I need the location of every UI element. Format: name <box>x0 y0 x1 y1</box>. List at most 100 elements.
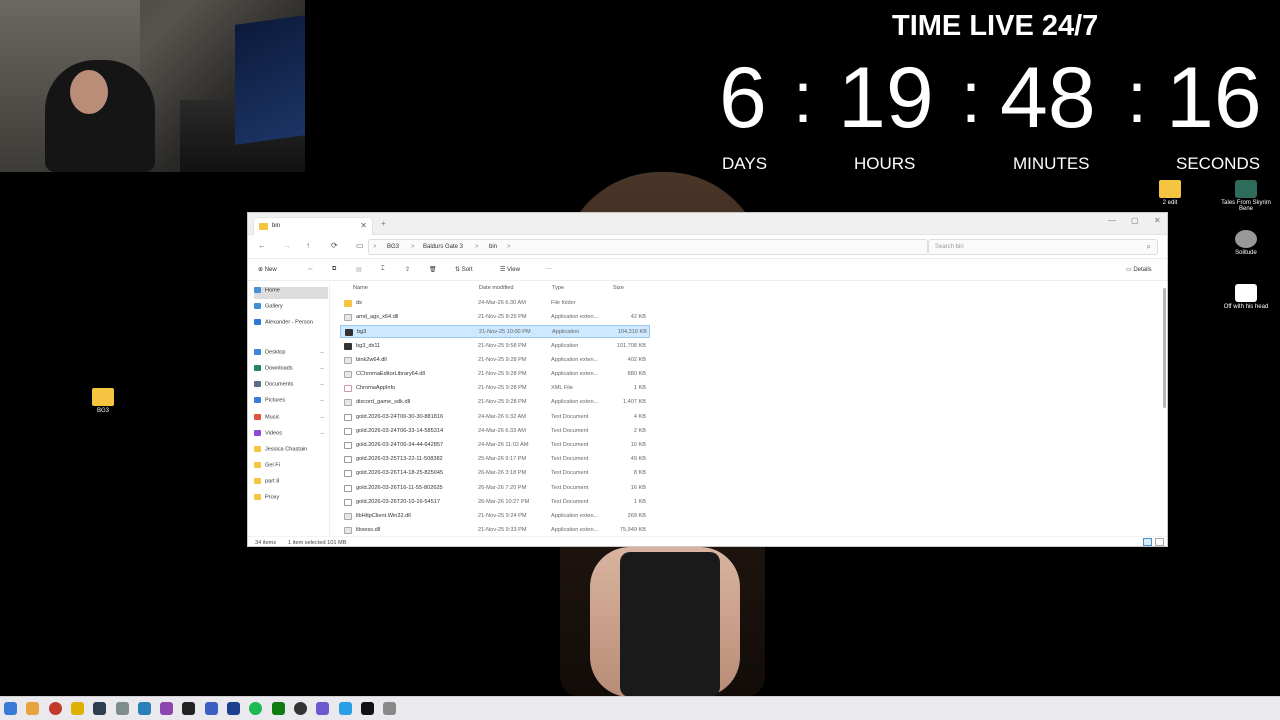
tab-bin[interactable]: bin ✕ <box>253 217 373 235</box>
sidebar-item[interactable]: Home <box>254 287 328 299</box>
sidebar-item[interactable]: Documents ⊸ <box>254 381 328 393</box>
file-type: Text Document <box>551 498 589 505</box>
file-explorer-window[interactable]: bin ✕ + — ▢ ✕ ← → ↑ ⟳ ▭ > BG3 > Baldurs … <box>247 212 1168 547</box>
sort-button[interactable]: ⇅ Sort <box>455 266 473 273</box>
copy-icon[interactable]: ⧉ <box>332 266 336 273</box>
photoshop-icon[interactable] <box>227 702 240 715</box>
desktop-icon-2-edit[interactable]: 2 edit <box>1140 180 1200 206</box>
files-icon[interactable] <box>338 702 352 715</box>
browser-icon[interactable] <box>316 702 330 715</box>
sidebar-item[interactable]: part 8 <box>254 478 328 490</box>
more-button[interactable]: ··· <box>546 266 552 272</box>
sidebar-item[interactable]: Music ⊸ <box>254 414 328 426</box>
file-size: 42 KB <box>630 314 646 321</box>
chrome-icon[interactable] <box>293 702 307 715</box>
scrollbar[interactable] <box>1163 288 1166 408</box>
terminal-icon[interactable] <box>93 702 107 715</box>
column-header-date[interactable]: Date modified <box>479 285 514 291</box>
file-row[interactable]: bg3 21-Nov-25 10:00 PM Application 104,310 … <box>340 325 650 339</box>
share-icon[interactable]: ⇪ <box>405 266 410 273</box>
pc-icon[interactable]: ▭ <box>356 241 364 250</box>
close-button[interactable]: ✕ <box>1154 216 1161 225</box>
details-view-icon[interactable] <box>1143 538 1152 546</box>
delete-icon[interactable]: 🗑 <box>429 266 437 273</box>
file-row[interactable]: gold.2026-03-26T20-10-16-54517 26-Mar-26 … <box>340 496 650 509</box>
dll-file-icon <box>344 371 352 378</box>
sidebar-item[interactable]: Alexander - Person <box>254 319 328 331</box>
file-row[interactable]: bink2w64.dll 21-Nov-25 9:28 PM Application… <box>340 354 650 367</box>
file-row[interactable]: gold.2026-03-25T13-22-11-508382 25-Mar-26… <box>340 453 650 466</box>
headset-icon[interactable] <box>204 702 218 715</box>
desktop-icon-solitude[interactable]: Solitude <box>1216 230 1276 256</box>
obs-icon[interactable] <box>182 702 196 715</box>
desktop-icon-tales[interactable]: Tales From Skyrim Bene <box>1216 180 1276 212</box>
file-date: 26-Mar-26 3:18 PM <box>478 470 527 477</box>
rename-icon[interactable]: ⌶ <box>381 266 385 273</box>
epic-icon[interactable] <box>360 702 374 715</box>
app-icon[interactable] <box>137 702 151 715</box>
file-row[interactable]: amd_ags_x64.dll 21-Nov-25 8:25 PM Applicat… <box>340 311 650 324</box>
tab-label: bin <box>272 223 281 229</box>
search-input[interactable]: Search bin ⌕ <box>928 239 1158 255</box>
up-button[interactable]: ↑ <box>306 241 310 250</box>
breadcrumb-item[interactable]: Baldurs Gate 3 <box>423 244 463 250</box>
file-row[interactable]: gold.2026-03-26T16-11-55-802625 26-Mar-26… <box>340 482 650 495</box>
tab-close-icon[interactable]: ✕ <box>360 221 367 230</box>
file-row[interactable]: discord_game_sdk.dll 21-Nov-25 9:28 PM App… <box>340 396 650 409</box>
breadcrumb-item[interactable]: BG3 <box>387 244 399 250</box>
breadcrumb-item[interactable]: bin <box>489 244 497 250</box>
view-button[interactable]: ☰ View <box>500 266 520 273</box>
edit-icon[interactable] <box>26 702 40 715</box>
music-icon[interactable] <box>249 702 263 715</box>
sidebar-item[interactable]: Videos ⊸ <box>254 430 328 442</box>
settings-icon[interactable] <box>383 702 397 715</box>
start-icon[interactable] <box>4 702 17 715</box>
breadcrumb-separator: > <box>475 244 479 250</box>
cut-icon[interactable]: ✂ <box>308 266 313 273</box>
new-button[interactable]: ⊕ New <box>258 266 277 273</box>
camera-icon[interactable] <box>115 702 129 715</box>
maximize-button[interactable]: ▢ <box>1131 216 1139 225</box>
details-button[interactable]: ▭ Details <box>1126 266 1152 273</box>
sidebar-item[interactable]: Gel Fi <box>254 462 328 474</box>
file-row[interactable]: CChromaEditorLibrary64.dll 21-Nov-25 9:28… <box>340 368 650 381</box>
forward-button[interactable]: → <box>283 241 291 250</box>
file-row[interactable]: gold.2026-03-24T06-34-44-642857 24-Mar-26… <box>340 439 650 452</box>
column-header-size[interactable]: Size <box>613 285 624 291</box>
file-row[interactable]: ds 24-Mar-26 6:30 AM File folder <box>340 297 650 310</box>
sidebar-item[interactable]: Pictures ⊸ <box>254 397 328 409</box>
tiles-view-icon[interactable] <box>1155 538 1164 546</box>
xbox-icon[interactable] <box>271 702 285 715</box>
address-bar[interactable]: > BG3 > Baldurs Gate 3 > bin > <box>368 239 928 255</box>
file-row[interactable]: ChromaAppInfo 21-Nov-25 9:28 PM XML File 1 … <box>340 382 650 395</box>
file-name: libHttpClient.Win32.dll <box>356 513 411 519</box>
pin-icon: ⊸ <box>319 398 324 404</box>
desktop-icon-label: Off with his head <box>1223 304 1269 310</box>
desktop-icon-bg3[interactable]: BG3 <box>73 388 133 414</box>
folder-icon <box>344 300 352 307</box>
file-row[interactable]: libHttpClient.Win32.dll 21-Nov-25 9:24 PM… <box>340 510 650 523</box>
file-row[interactable]: gold.2026-03-24T06-33-14-585314 24-Mar-26… <box>340 425 650 438</box>
sidebar-item[interactable]: Gallery <box>254 303 328 315</box>
file-row[interactable]: bg3_dx11 21-Nov-25 9:58 PM Application 101,… <box>340 340 650 353</box>
back-button[interactable]: ← <box>258 241 266 250</box>
refresh-button[interactable]: ⟳ <box>331 241 338 250</box>
sidebar-item[interactable]: Downloads ⊸ <box>254 365 328 377</box>
file-row[interactable]: libxess.dll 21-Nov-25 9:33 PM Application … <box>340 524 650 536</box>
sidebar-item[interactable]: Desktop ⊸ <box>254 349 328 361</box>
new-tab-button[interactable]: + <box>381 219 386 228</box>
paste-icon[interactable]: ▤ <box>356 266 362 273</box>
column-header-type[interactable]: Type <box>552 285 564 291</box>
application-icon <box>344 342 352 350</box>
sidebar-item[interactable]: Proxy <box>254 494 328 506</box>
text-file-icon <box>344 456 352 464</box>
record-icon[interactable] <box>48 702 62 715</box>
notes-icon[interactable] <box>70 702 84 715</box>
column-header-name[interactable]: Name <box>353 285 368 291</box>
file-row[interactable]: gold.2026-03-26T14-18-25-825045 26-Mar-26… <box>340 467 650 480</box>
desktop-icon-off-with-his-head[interactable]: Off with his head <box>1216 284 1276 310</box>
bar-icon[interactable] <box>160 702 174 715</box>
minimize-button[interactable]: — <box>1108 216 1116 225</box>
file-row[interactable]: gold.2026-03-24T06-30-30-881816 24-Mar-26… <box>340 411 650 424</box>
sidebar-item[interactable]: Jessica Chastain <box>254 446 328 458</box>
